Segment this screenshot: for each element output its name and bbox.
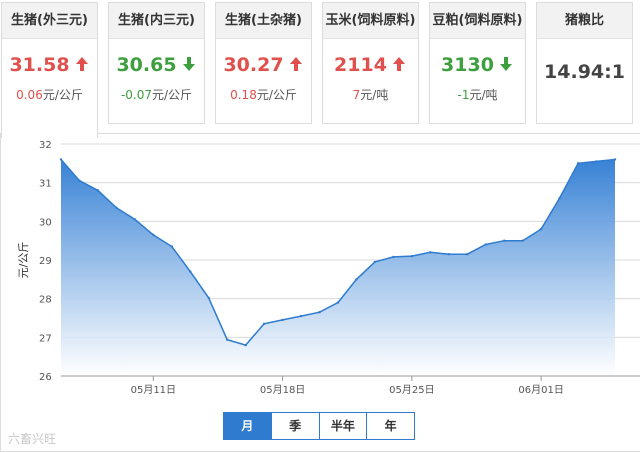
tab-year[interactable]: 年 bbox=[366, 413, 414, 439]
tab-half-year[interactable]: 半年 bbox=[318, 413, 367, 439]
price-chart-panel: 26 27 28 29 30 31 32 05月11日 05月18日 05月25日 06月01日 … bbox=[0, 133, 640, 452]
card-unit: 元/公斤 bbox=[256, 88, 297, 102]
y-axis: 26 27 28 29 30 31 32 bbox=[39, 140, 52, 383]
card-title: 生猪(内三元) bbox=[109, 3, 204, 39]
card-price: 3130 bbox=[441, 54, 494, 76]
card-change: -1 bbox=[457, 88, 470, 102]
data-point bbox=[281, 318, 284, 322]
card-hog-neisanyuan[interactable]: 生猪(内三元) 30.65 -0.07元/公斤 bbox=[108, 2, 205, 124]
data-point bbox=[447, 253, 450, 256]
y-tick-label: 27 bbox=[39, 333, 52, 344]
data-point bbox=[373, 260, 377, 264]
y-tick-label: 30 bbox=[39, 217, 52, 228]
card-change: 0.06 bbox=[16, 88, 43, 102]
data-point bbox=[410, 254, 414, 258]
card-title: 猪粮比 bbox=[537, 3, 632, 39]
data-point bbox=[466, 253, 469, 256]
x-tick-label: 06月01日 bbox=[518, 384, 563, 396]
data-point bbox=[558, 196, 561, 200]
card-corn[interactable]: 玉米(饲料原料) 2114 7元/吨 bbox=[322, 2, 419, 124]
arrow-down-icon bbox=[182, 57, 195, 71]
card-price: 30.65 bbox=[116, 54, 177, 76]
area-series bbox=[59, 158, 617, 376]
period-tabs: 月 季 半年 年 bbox=[223, 412, 415, 440]
card-price: 31.58 bbox=[9, 54, 70, 76]
area-fill bbox=[61, 159, 615, 376]
card-title: 生猪(土杂猪) bbox=[216, 3, 311, 39]
data-point bbox=[392, 255, 395, 259]
data-point bbox=[318, 311, 321, 314]
data-point bbox=[96, 189, 100, 192]
y-tick-label: 32 bbox=[39, 140, 52, 151]
card-unit: 元/吨 bbox=[469, 88, 498, 102]
data-point bbox=[115, 206, 118, 209]
y-tick-label: 31 bbox=[39, 179, 52, 190]
arrow-up-icon bbox=[289, 57, 302, 71]
data-point bbox=[355, 278, 358, 281]
data-point bbox=[595, 160, 598, 163]
arrow-up-icon bbox=[392, 57, 405, 71]
y-tick-label: 26 bbox=[39, 372, 52, 383]
card-hog-grain-ratio[interactable]: 猪粮比 14.94:1 bbox=[536, 2, 633, 124]
data-point bbox=[59, 158, 63, 161]
data-point bbox=[133, 218, 137, 221]
card-price: 2114 bbox=[334, 54, 387, 76]
data-point bbox=[539, 227, 543, 231]
card-title: 玉米(饲料原料) bbox=[323, 3, 418, 39]
data-point bbox=[503, 239, 506, 242]
card-unit: 元/吨 bbox=[360, 88, 389, 102]
card-hog-tuzazhu[interactable]: 生猪(土杂猪) 30.27 0.18元/公斤 bbox=[215, 2, 312, 124]
data-point bbox=[152, 233, 155, 237]
card-title: 生猪(外三元) bbox=[2, 3, 97, 39]
data-point bbox=[484, 243, 487, 246]
ratio-value: 14.94:1 bbox=[544, 61, 625, 83]
data-point bbox=[576, 162, 580, 165]
tab-quarter[interactable]: 季 bbox=[270, 413, 319, 439]
card-unit: 元/公斤 bbox=[152, 88, 193, 102]
data-point bbox=[78, 179, 81, 182]
data-point bbox=[262, 322, 266, 325]
price-cards: 生猪(外三元) 31.58 0.06元/公斤 生猪(内三元) 30.65 -0.… bbox=[0, 0, 640, 138]
y-tick-label: 28 bbox=[39, 295, 52, 306]
data-point bbox=[299, 314, 303, 318]
card-title: 豆粕(饲料原料) bbox=[430, 3, 525, 39]
card-change: -0.07 bbox=[120, 88, 152, 102]
data-point bbox=[521, 239, 524, 242]
data-point bbox=[429, 251, 432, 254]
card-unit: 元/公斤 bbox=[42, 88, 83, 102]
data-point bbox=[613, 158, 617, 161]
y-tick-label: 29 bbox=[39, 256, 52, 267]
card-hog-waisanyuan[interactable]: 生猪(外三元) 31.58 0.06元/公斤 bbox=[1, 2, 98, 138]
data-point bbox=[207, 296, 210, 300]
card-price: 30.27 bbox=[223, 54, 284, 76]
data-point bbox=[244, 343, 247, 347]
tab-month[interactable]: 月 bbox=[224, 413, 271, 439]
data-point bbox=[336, 301, 340, 304]
x-tick-label: 05月18日 bbox=[260, 384, 305, 396]
card-soymeal[interactable]: 豆粕(饲料原料) 3130 -1元/吨 bbox=[429, 2, 526, 124]
x-axis: 05月11日 05月18日 05月25日 06月01日 bbox=[61, 375, 640, 396]
y-axis-label: 元/公斤 bbox=[17, 242, 30, 279]
price-area-chart: 26272829303132 05月11日 05月18日 05月25日 06月01日 … bbox=[17, 140, 640, 396]
arrow-down-icon bbox=[499, 57, 512, 71]
x-tick-label: 05月11日 bbox=[131, 384, 176, 396]
card-change: 0.18 bbox=[230, 88, 257, 102]
data-point bbox=[226, 338, 229, 341]
arrow-up-icon bbox=[75, 57, 88, 71]
x-tick-label: 05月25日 bbox=[389, 384, 434, 396]
watermark: 六畜兴旺 bbox=[8, 432, 57, 446]
data-point bbox=[170, 245, 173, 248]
data-point bbox=[189, 270, 192, 273]
